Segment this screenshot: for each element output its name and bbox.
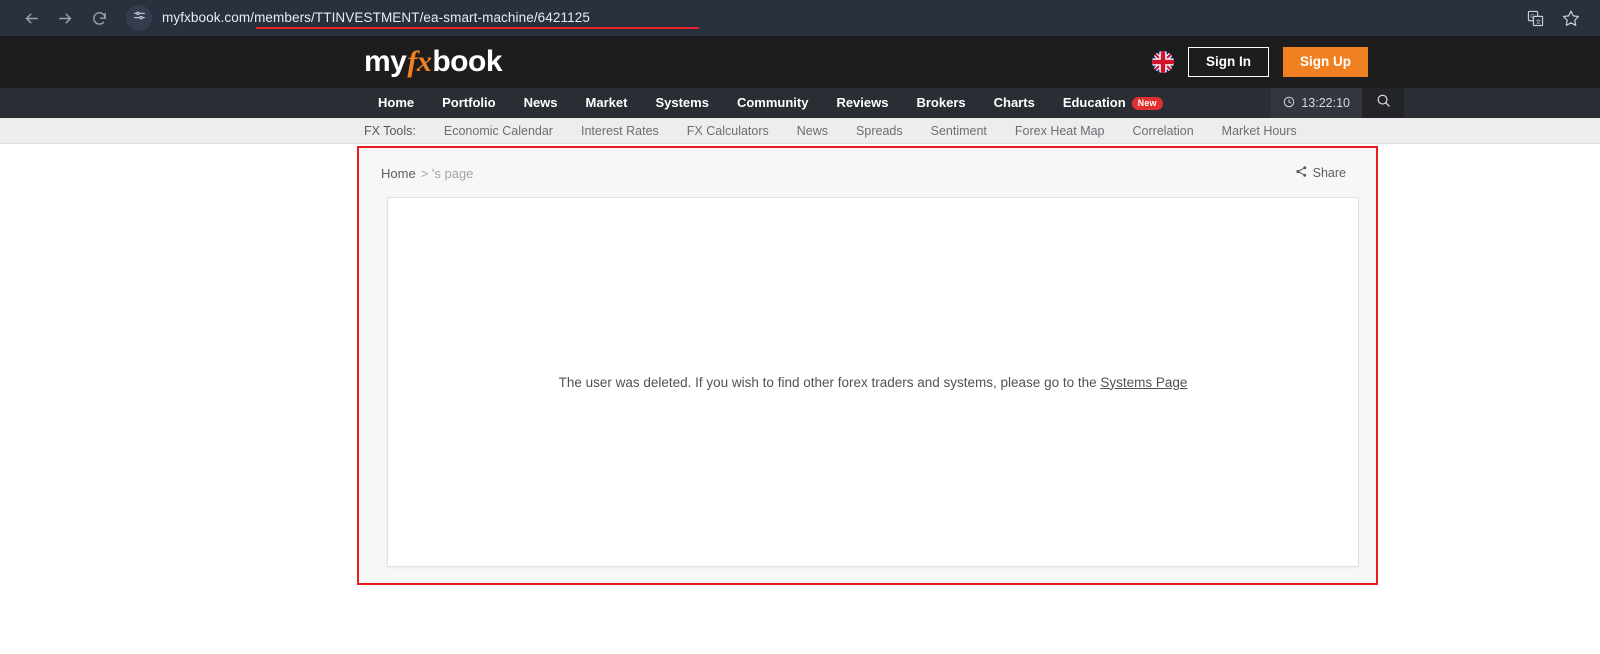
annotation-highlight-box: Home > 's page Share The user was delete… xyxy=(357,146,1378,585)
nav-item-community[interactable]: Community xyxy=(723,88,823,118)
site-settings-button[interactable] xyxy=(126,5,152,31)
star-icon[interactable] xyxy=(1562,9,1580,27)
subnav-item-market-hours[interactable]: Market Hours xyxy=(1208,124,1311,138)
member-page-container: Home > 's page Share The user was delete… xyxy=(359,148,1376,583)
subnav-item-fx-calculators[interactable]: FX Calculators xyxy=(673,124,783,138)
nav-label: Education xyxy=(1062,95,1126,110)
translate-icon[interactable]: G文 xyxy=(1527,10,1544,27)
url-text[interactable]: myfxbook.com/members/TTINVESTMENT/ea-sma… xyxy=(162,10,590,27)
breadcrumb-home-link[interactable]: Home xyxy=(381,166,416,181)
nav-label: Charts xyxy=(993,95,1035,110)
server-clock: 13:22:10 xyxy=(1271,88,1362,118)
header-actions: Sign In Sign Up xyxy=(1152,47,1576,77)
sign-in-button[interactable]: Sign In xyxy=(1188,47,1269,77)
back-arrow-icon xyxy=(23,10,40,27)
address-bar[interactable]: myfxbook.com/members/TTINVESTMENT/ea-sma… xyxy=(126,4,1527,32)
subnav-item-economic-calendar[interactable]: Economic Calendar xyxy=(430,124,567,138)
nav-label: Community xyxy=(736,95,809,110)
main-navigation: Home Portfolio News Market Systems Commu… xyxy=(0,88,1600,118)
nav-label: Systems xyxy=(655,95,709,110)
nav-item-news[interactable]: News xyxy=(510,88,572,118)
svg-text:G: G xyxy=(1530,14,1534,20)
nav-label: Brokers xyxy=(916,95,966,110)
nav-label: Market xyxy=(585,95,628,110)
breadcrumb-current: > 's page xyxy=(420,165,474,181)
site-header: myfxbook Sign In Sign Up xyxy=(0,36,1600,88)
nav-label: Portfolio xyxy=(442,95,496,110)
nav-item-systems[interactable]: Systems xyxy=(641,88,722,118)
user-deleted-message: The user was deleted. If you wish to fin… xyxy=(559,375,1188,390)
back-button[interactable] xyxy=(14,1,48,35)
reload-button[interactable] xyxy=(82,1,116,35)
subnav-item-interest-rates[interactable]: Interest Rates xyxy=(567,124,673,138)
page-body: Home > 's page Share The user was delete… xyxy=(0,144,1600,644)
logo-part-book: book xyxy=(432,45,503,78)
subnav-item-news[interactable]: News xyxy=(783,124,842,138)
nav-item-reviews[interactable]: Reviews xyxy=(822,88,902,118)
user-deleted-message-text: The user was deleted. If you wish to fin… xyxy=(558,374,1101,390)
subnav-item-correlation[interactable]: Correlation xyxy=(1119,124,1208,138)
logo-part-my: my xyxy=(364,45,407,78)
subnav-item-sentiment[interactable]: Sentiment xyxy=(917,124,1001,138)
fx-tools-label: FX Tools: xyxy=(364,123,416,138)
clock-icon xyxy=(1283,96,1295,111)
browser-toolbar: myfxbook.com/members/TTINVESTMENT/ea-sma… xyxy=(0,0,1600,36)
nav-item-home[interactable]: Home xyxy=(364,88,428,118)
nav-item-brokers[interactable]: Brokers xyxy=(902,88,979,118)
share-icon xyxy=(1295,165,1308,181)
nav-item-market[interactable]: Market xyxy=(572,88,642,118)
browser-actions: G文 xyxy=(1527,9,1586,27)
main-nav-items: Home Portfolio News Market Systems Commu… xyxy=(364,88,1177,118)
nav-item-education[interactable]: Education New xyxy=(1049,88,1177,118)
nav-label: Home xyxy=(378,95,415,110)
uk-flag-icon[interactable] xyxy=(1152,51,1174,73)
nav-label: Reviews xyxy=(836,95,889,110)
subnav-item-spreads[interactable]: Spreads xyxy=(842,124,917,138)
reload-icon xyxy=(91,10,108,27)
breadcrumb-row: Home > 's page Share xyxy=(375,160,1360,186)
fx-tools-subnav: FX Tools: Economic Calendar Interest Rat… xyxy=(0,118,1600,144)
nav-item-charts[interactable]: Charts xyxy=(980,88,1049,118)
share-button[interactable]: Share xyxy=(1295,165,1346,181)
subnav-item-forex-heat-map[interactable]: Forex Heat Map xyxy=(1001,124,1119,138)
forward-arrow-icon xyxy=(57,10,74,27)
forward-button[interactable] xyxy=(48,1,82,35)
site-settings-icon xyxy=(133,9,146,27)
new-badge: New xyxy=(1131,96,1163,110)
nav-item-portfolio[interactable]: Portfolio xyxy=(428,88,509,118)
nav-label: News xyxy=(523,95,558,110)
sign-up-button[interactable]: Sign Up xyxy=(1283,47,1368,77)
search-button[interactable] xyxy=(1362,88,1404,118)
clock-time: 13:22:10 xyxy=(1301,96,1350,110)
fx-tools-items: FX Tools: Economic Calendar Interest Rat… xyxy=(364,124,1311,138)
share-label: Share xyxy=(1312,166,1346,180)
search-icon xyxy=(1376,93,1391,113)
main-nav-right: 13:22:10 xyxy=(1271,88,1600,118)
myfxbook-logo[interactable]: myfxbook xyxy=(364,45,503,78)
systems-page-link[interactable]: Systems Page xyxy=(1100,375,1187,390)
logo-part-fx: fx xyxy=(407,45,432,78)
url-highlight-underline xyxy=(256,27,699,29)
content-card: The user was deleted. If you wish to fin… xyxy=(387,197,1359,567)
